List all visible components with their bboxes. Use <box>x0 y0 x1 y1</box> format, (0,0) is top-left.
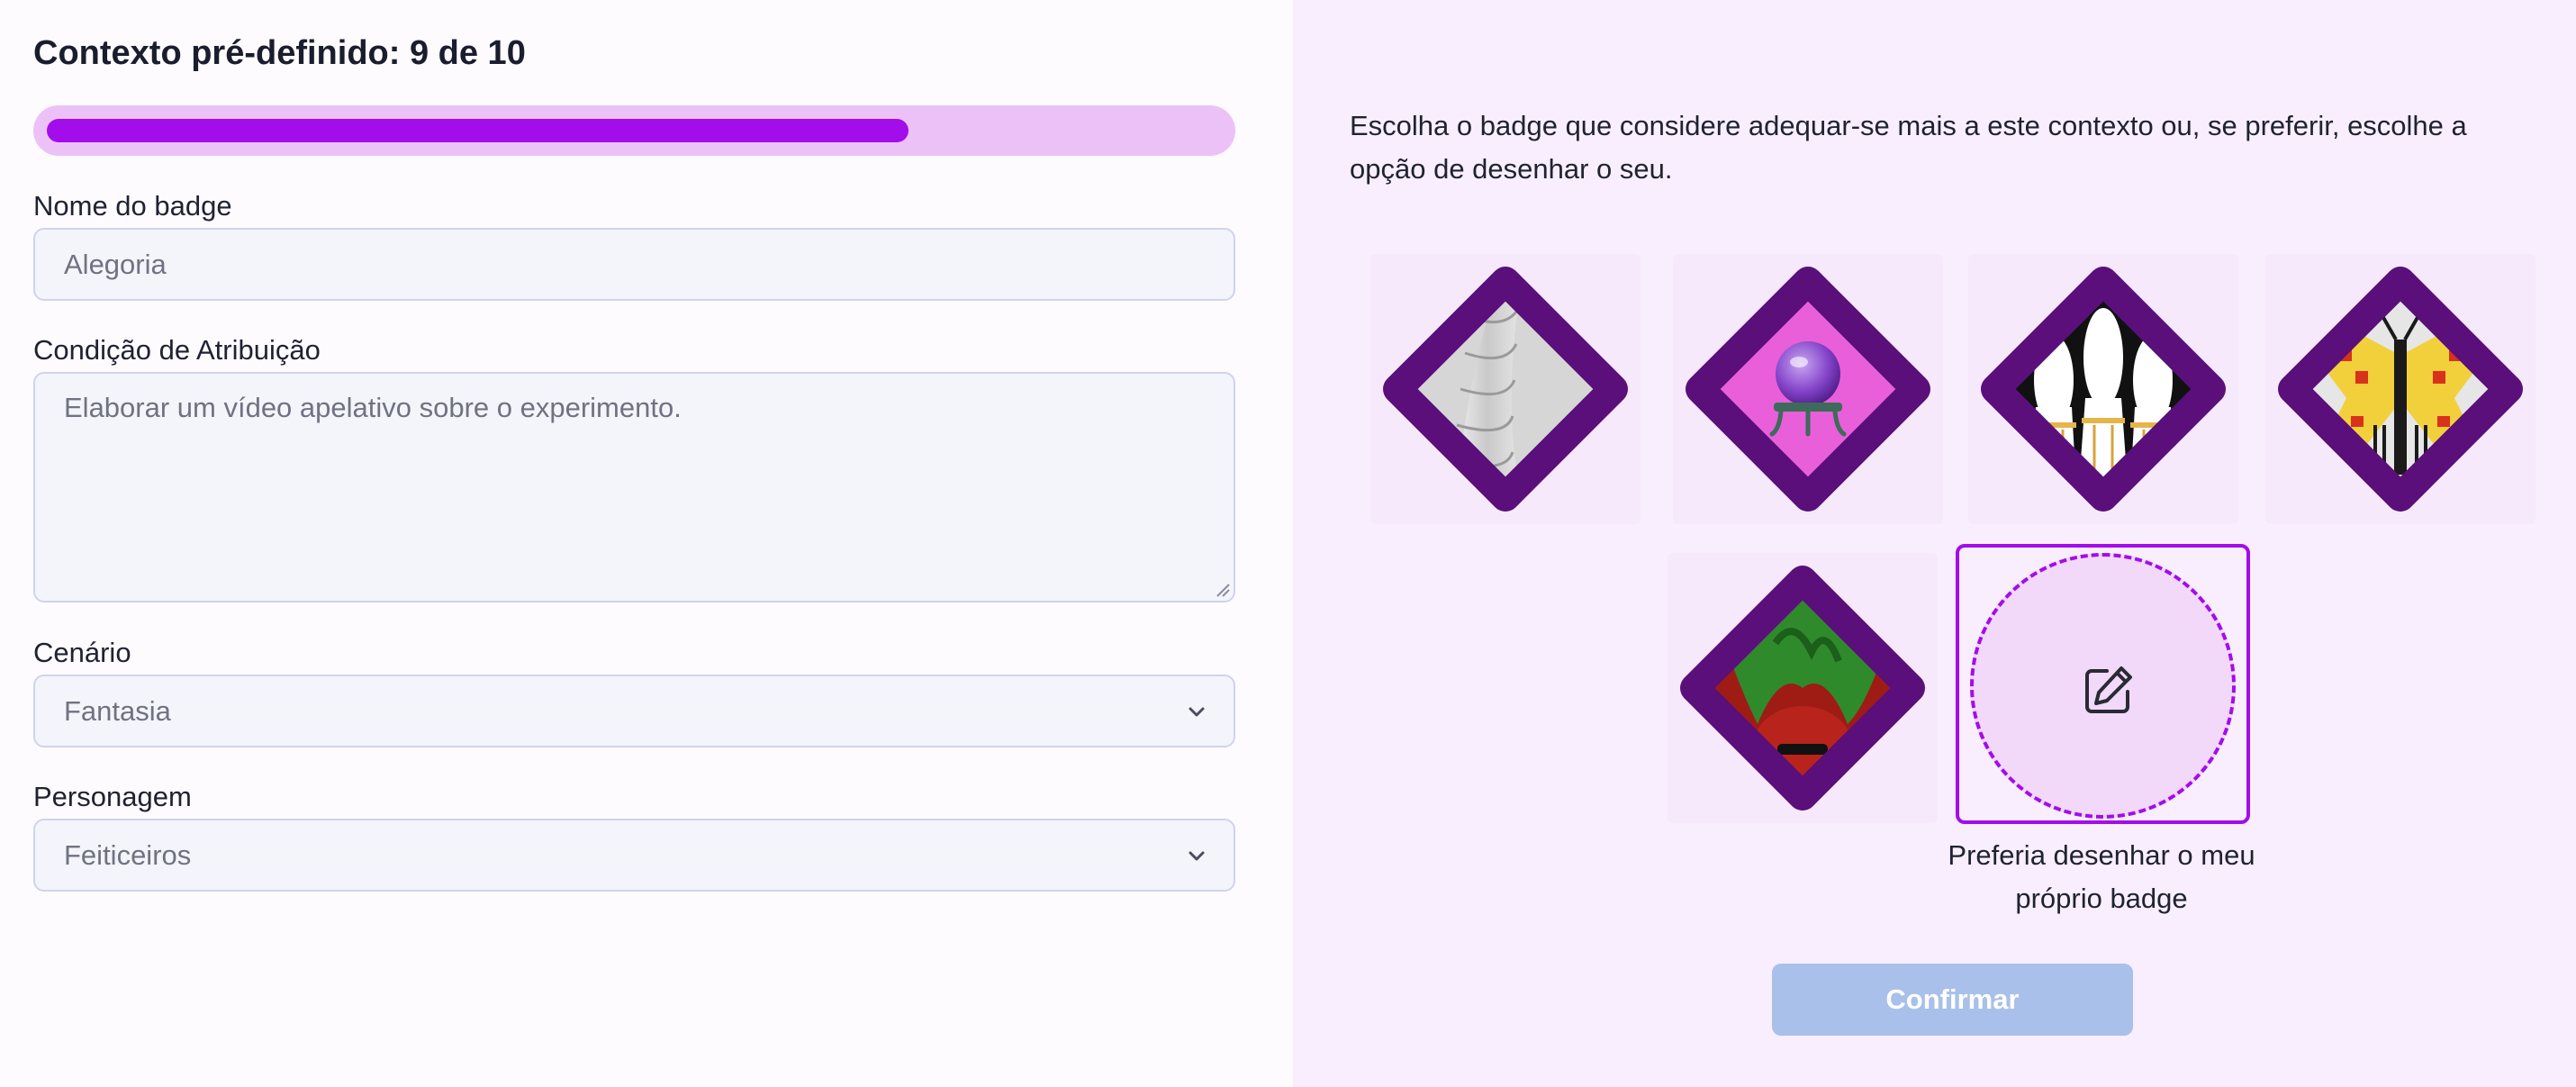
red-green-creature-badge[interactable] <box>1668 553 1938 823</box>
resize-handle-icon[interactable] <box>1214 581 1230 597</box>
form-panel: Contexto pré-definido: 9 de 10 Nome do b… <box>0 0 1293 1087</box>
condition-label: Condição de Atribuição <box>33 334 321 366</box>
scenario-selected-value: Fantasia <box>64 694 171 727</box>
condition-placeholder: Elaborar um vídeo apelativo sobre o expe… <box>64 392 682 423</box>
scenario-select[interactable]: Fantasia <box>33 675 1235 747</box>
draw-own-badge-option[interactable] <box>1956 544 2250 824</box>
badge-name-placeholder: Alegoria <box>64 248 167 280</box>
dancers-badge[interactable] <box>1968 254 2238 524</box>
edit-icon <box>2085 666 2132 713</box>
character-label: Personagem <box>33 781 192 812</box>
chevron-down-icon <box>1189 851 1205 860</box>
badge-name-input[interactable]: Alegoria <box>33 228 1235 301</box>
character-selected-value: Feiticeiros <box>64 838 192 871</box>
condition-textarea[interactable]: Elaborar um vídeo apelativo sobre o expe… <box>33 372 1235 602</box>
instructions-text: Escolha o badge que considere adequar-se… <box>1350 110 2467 185</box>
progress-bar <box>33 105 1235 156</box>
page: Contexto pré-definido: 9 de 10 Nome do b… <box>0 0 2576 1087</box>
crystal-ball-badge[interactable] <box>1673 254 1943 524</box>
progress-fill <box>47 119 908 142</box>
confirm-button[interactable]: Confirmar <box>1772 964 2133 1036</box>
draw-option-caption: Preferia desenhar o meu próprio badge <box>1948 839 2255 914</box>
character-select[interactable]: Feiticeiros <box>33 819 1235 892</box>
page-title: Contexto pré-definido: 9 de 10 <box>33 34 526 72</box>
draw-badge-circle <box>1970 553 2236 819</box>
chevron-down-icon <box>1189 707 1205 716</box>
butterfly-badge[interactable] <box>2265 254 2535 524</box>
badge-name-label: Nome do badge <box>33 190 232 222</box>
spiral-shell-badge[interactable] <box>1370 254 1641 524</box>
scenario-label: Cenário <box>33 637 131 668</box>
